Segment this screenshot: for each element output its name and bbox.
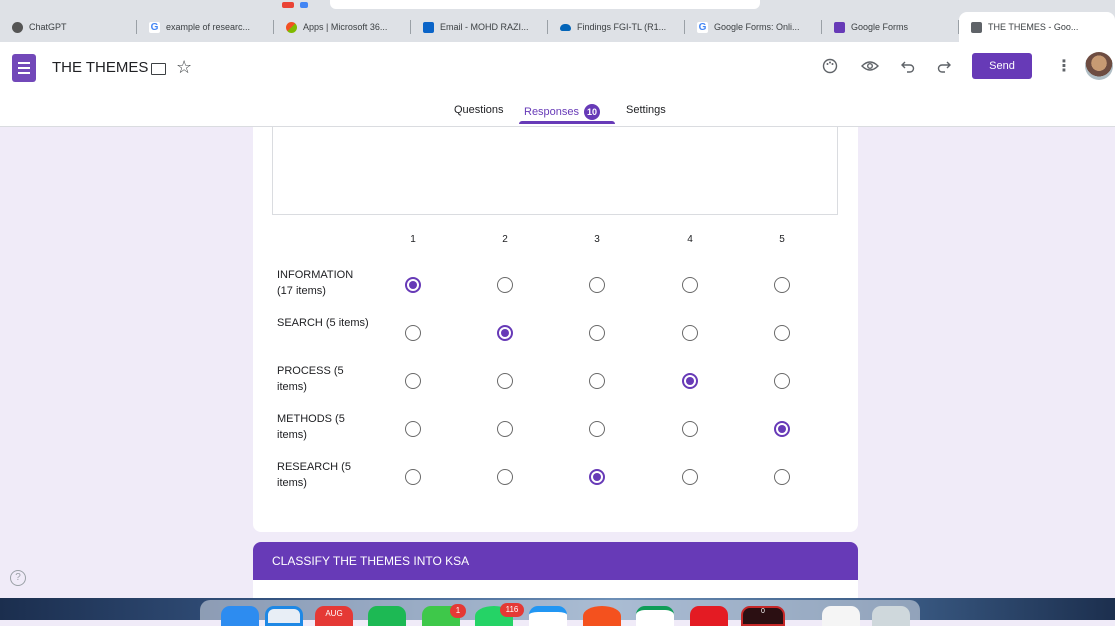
radio-button[interactable] (497, 421, 513, 437)
browser-tab-bar: ChatGPT G example of researc... Apps | M… (0, 12, 1115, 42)
preview-eye-icon[interactable] (858, 54, 882, 78)
radio-button[interactable] (774, 373, 790, 389)
radio-button[interactable] (774, 325, 790, 341)
redo-icon[interactable] (932, 54, 956, 78)
browser-tab-label: Google Forms: Onli... (714, 22, 800, 32)
browser-tab[interactable]: ChatGPT (0, 12, 137, 42)
radio-button[interactable] (682, 325, 698, 341)
grid-column-header: 1 (410, 234, 416, 245)
sheets-icon[interactable] (636, 606, 674, 626)
google-icon: G (697, 21, 708, 33)
radio-button[interactable] (405, 421, 421, 437)
radio-button[interactable] (589, 325, 605, 341)
radio-button[interactable] (497, 277, 513, 293)
browser-tab-label: ChatGPT (29, 22, 67, 32)
star-icon[interactable]: ☆ (176, 56, 192, 78)
grid-row-label: INFORMATION (17 items) (277, 269, 354, 297)
radio-button-selected[interactable] (682, 373, 698, 389)
radio-button[interactable] (774, 469, 790, 485)
question-card: 1 2 3 4 5 INFORMATION (17 items) SEARCH (5 ite… (253, 127, 858, 532)
radio-button[interactable] (682, 421, 698, 437)
grid-column-header: 2 (502, 234, 508, 245)
tab-responses-label: Responses (524, 105, 580, 118)
grid-row-label: PROCESS (5 items) (277, 365, 344, 393)
radio-button-selected[interactable] (497, 325, 513, 341)
section-header: CLASSIFY THE THEMES INTO KSA (253, 542, 858, 580)
forms-doc-icon (971, 21, 982, 33)
recording-indicator-icon (282, 2, 294, 8)
help-icon[interactable]: ? (10, 570, 26, 586)
radio-button[interactable] (589, 277, 605, 293)
app-icon[interactable] (583, 606, 621, 626)
google-forms-logo-icon[interactable] (12, 54, 36, 82)
chatgpt-icon (12, 21, 23, 33)
trash-icon[interactable] (872, 606, 910, 626)
radio-button[interactable] (405, 469, 421, 485)
browser-tab-label: THE THEMES - Goo... (988, 22, 1079, 32)
browser-tab[interactable]: Email - MOHD RAZI... (411, 12, 548, 42)
grid-row-label: METHODS (5 items) (277, 413, 345, 441)
app-icon[interactable] (529, 606, 567, 626)
radio-button[interactable] (589, 373, 605, 389)
radio-button[interactable] (774, 277, 790, 293)
radio-button[interactable] (497, 469, 513, 485)
form-title[interactable]: THE THEMES (52, 59, 148, 76)
address-bar[interactable] (330, 0, 760, 9)
browser-tab-active[interactable]: THE THEMES - Goo... (959, 12, 1115, 42)
palette-icon[interactable] (818, 54, 842, 78)
radio-button[interactable] (405, 373, 421, 389)
browser-tab[interactable]: Apps | Microsoft 36... (274, 12, 411, 42)
responses-count-badge: 10 (584, 104, 601, 120)
grid-column-header: 3 (594, 234, 600, 245)
notification-badge: 116 (500, 603, 524, 617)
undo-icon[interactable] (896, 54, 920, 78)
finder-icon[interactable] (221, 606, 259, 626)
app-icon[interactable]: 0 (741, 606, 785, 626)
spotify-icon[interactable] (368, 606, 406, 626)
calendar-icon[interactable]: AUG (315, 606, 353, 626)
browser-tab-label: Findings FGI-TL (R1... (577, 22, 667, 32)
radio-button[interactable] (589, 421, 605, 437)
google-forms-icon (834, 21, 845, 33)
tab-settings[interactable]: Settings (626, 104, 666, 126)
radio-button[interactable] (682, 469, 698, 485)
browser-tab[interactable]: G example of researc... (137, 12, 274, 42)
documents-icon[interactable] (822, 606, 860, 626)
folder-icon[interactable] (151, 63, 166, 75)
active-tab-indicator (519, 121, 615, 124)
browser-tab-label: example of researc... (166, 22, 251, 32)
browser-tab[interactable]: Findings FGI-TL (R1... (548, 12, 685, 42)
grid-row-label: RESEARCH (5 items) (277, 461, 351, 489)
radio-button[interactable] (497, 373, 513, 389)
radio-button[interactable] (682, 277, 698, 293)
browser-tab[interactable]: G Google Forms: Onli... (685, 12, 822, 42)
section-title[interactable]: CLASSIFY THE THEMES INTO KSA (272, 554, 469, 568)
microsoft-apps-icon (286, 21, 297, 33)
app-icon[interactable] (690, 606, 728, 626)
onedrive-icon (560, 23, 571, 31)
grid-column-header: 5 (779, 234, 785, 245)
extension-icon (300, 2, 308, 8)
notification-badge: 1 (450, 604, 466, 618)
radio-button-selected[interactable] (405, 277, 421, 293)
browser-tab-label: Email - MOHD RAZI... (440, 22, 529, 32)
long-answer-field[interactable] (272, 127, 838, 215)
radio-button-selected[interactable] (774, 421, 790, 437)
grid-row-label: SEARCH (5 items) (277, 317, 369, 329)
more-options-icon[interactable]: ⋮ (1056, 56, 1072, 76)
outlook-icon (423, 21, 434, 33)
browser-tab[interactable]: Google Forms (822, 12, 959, 42)
grid-column-header: 4 (687, 234, 693, 245)
browser-top-strip (0, 0, 1115, 12)
browser-tab-label: Apps | Microsoft 36... (303, 22, 388, 32)
send-button[interactable]: Send (972, 53, 1032, 79)
radio-button[interactable] (405, 325, 421, 341)
browser-tab-label: Google Forms (851, 22, 909, 32)
google-icon: G (149, 21, 160, 33)
tab-questions[interactable]: Questions (454, 104, 504, 126)
radio-button-selected[interactable] (589, 469, 605, 485)
safari-icon[interactable] (265, 606, 303, 626)
avatar[interactable] (1085, 52, 1113, 80)
